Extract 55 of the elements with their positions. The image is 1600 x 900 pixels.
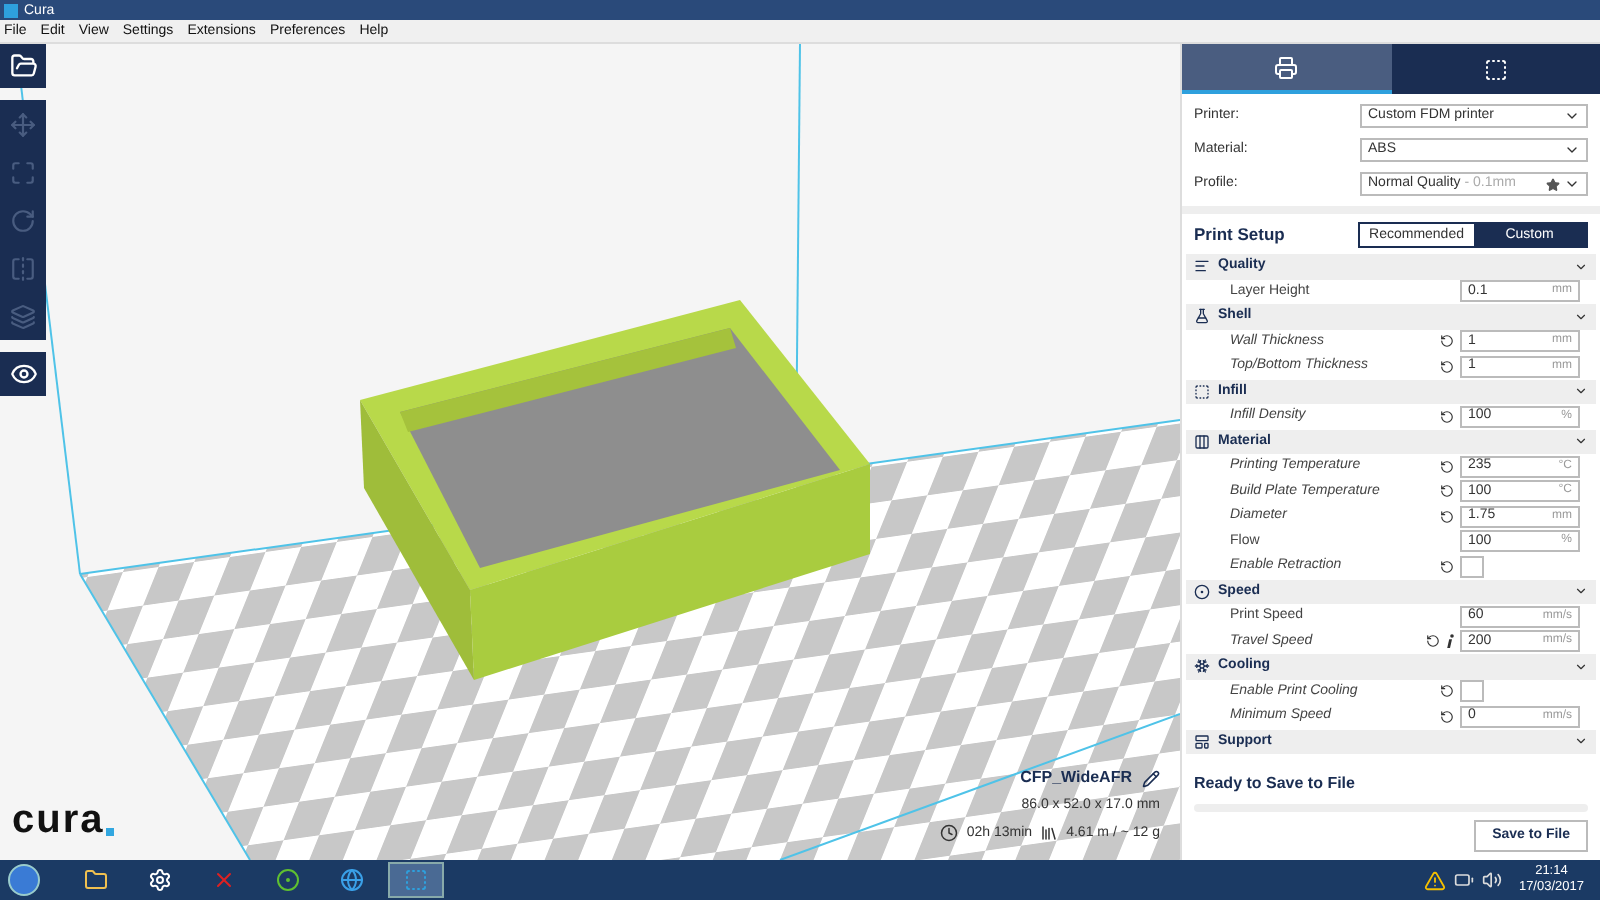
scale-icon: [10, 159, 36, 185]
chevron-down-icon: [1574, 584, 1588, 599]
dashed-square-icon: [1194, 383, 1210, 400]
open-file-button[interactable]: [0, 44, 46, 88]
mirror-icon: [10, 255, 36, 281]
globe-icon: [340, 868, 364, 892]
reset-icon[interactable]: [1440, 559, 1454, 574]
reset-icon[interactable]: [1440, 359, 1454, 374]
cross-icon: [212, 868, 236, 892]
view-mode-button[interactable]: [0, 352, 46, 396]
reset-icon[interactable]: [1440, 459, 1454, 474]
reset-icon[interactable]: [1440, 709, 1454, 724]
reset-icon[interactable]: [1440, 684, 1454, 699]
info-icon[interactable]: [1446, 634, 1454, 649]
warning-icon[interactable]: [1424, 869, 1447, 891]
dial-icon: [1194, 583, 1210, 600]
reset-icon[interactable]: [1426, 634, 1440, 649]
chevron-down-icon: [1574, 259, 1588, 274]
chevron-down-icon: [1564, 176, 1580, 192]
star-icon: [1546, 177, 1560, 191]
reset-icon[interactable]: [1440, 409, 1454, 424]
reset-icon[interactable]: [1440, 509, 1454, 524]
status-text: Ready to Save to File: [1194, 772, 1357, 796]
columns-icon: [1194, 433, 1210, 450]
battery-icon[interactable]: [1454, 870, 1475, 890]
chevron-down-icon: [1564, 142, 1580, 158]
printer-icon: [1274, 55, 1299, 79]
rotate-icon: [10, 207, 36, 233]
chevron-down-icon: [1574, 384, 1588, 399]
lines-icon: [1194, 258, 1210, 275]
app-logo: cura: [12, 800, 105, 840]
speaker-icon[interactable]: [1482, 870, 1503, 890]
fan-icon: [1194, 658, 1210, 675]
chevron-down-icon: [1564, 108, 1580, 124]
gear-icon: [148, 868, 172, 892]
layers-icon: [10, 303, 36, 329]
setting-checkbox[interactable]: [1460, 555, 1484, 578]
chevron-down-icon: [1574, 309, 1588, 324]
print-setup-title: Print Setup: [1194, 222, 1287, 248]
folder-icon: [84, 868, 108, 892]
setting-checkbox[interactable]: [1460, 680, 1484, 703]
circle-icon: [276, 868, 300, 892]
pencil-icon[interactable]: [1142, 769, 1160, 787]
clock-icon: [940, 824, 959, 843]
job-name: CFP_WideAFR: [1020, 766, 1132, 790]
reset-icon[interactable]: [1440, 484, 1454, 499]
chevron-down-icon: [1574, 659, 1588, 674]
folder-icon: [9, 52, 37, 80]
start-button[interactable]: [8, 864, 40, 896]
flask-icon: [1194, 308, 1210, 325]
eye-icon: [9, 360, 37, 388]
reset-icon[interactable]: [1440, 334, 1454, 349]
move-icon: [10, 111, 36, 137]
chevron-down-icon: [1574, 434, 1588, 449]
chevron-down-icon: [1574, 734, 1588, 749]
